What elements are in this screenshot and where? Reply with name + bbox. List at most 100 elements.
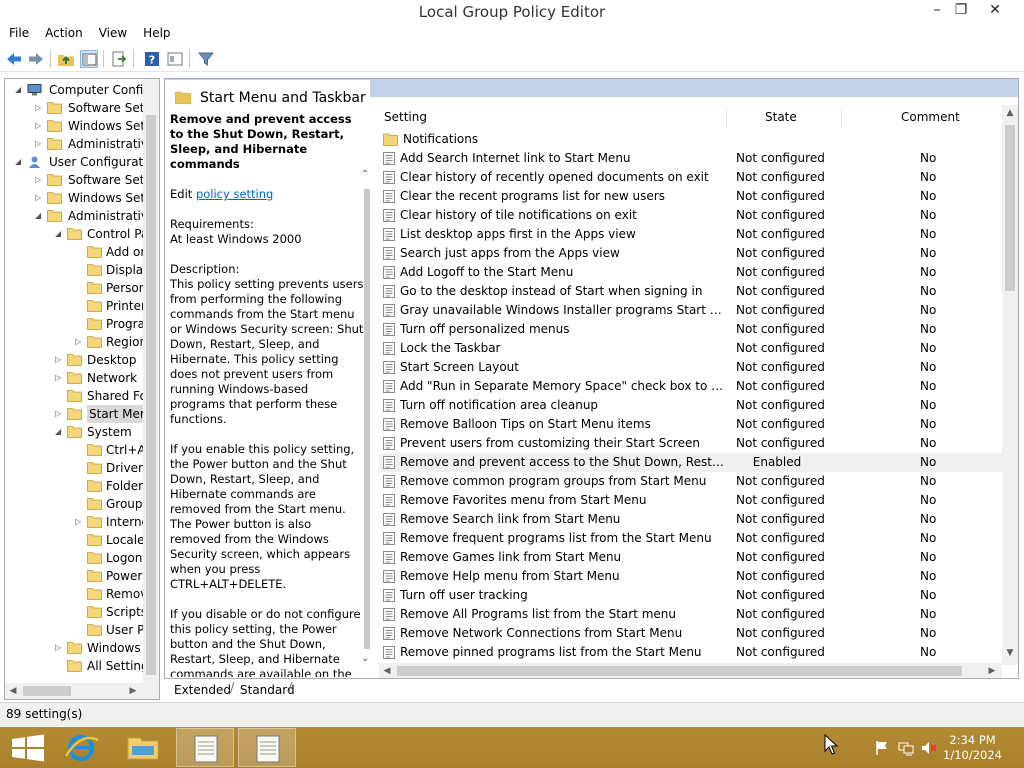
tree-node[interactable]: Folder bbox=[5, 477, 145, 495]
start-button[interactable] bbox=[0, 728, 58, 767]
menu-action[interactable]: Action bbox=[36, 24, 90, 40]
properties-icon[interactable] bbox=[166, 50, 184, 68]
policy-setting-link[interactable]: policy setting bbox=[196, 187, 273, 201]
forward-arrow-icon[interactable] bbox=[27, 50, 45, 68]
tree-node[interactable]: ▷ Software Setti bbox=[5, 99, 145, 117]
tree-node[interactable]: ▷ Windows bbox=[5, 639, 145, 657]
setting-row[interactable]: Remove Search link from Start Menu Not co… bbox=[379, 510, 1002, 529]
list-hscroll-thumb[interactable] bbox=[397, 666, 962, 676]
filter-icon[interactable] bbox=[197, 50, 215, 68]
tree-node[interactable]: Logon bbox=[5, 549, 145, 567]
tree-node[interactable]: ◢ System bbox=[5, 423, 145, 441]
tree-node[interactable]: Remov bbox=[5, 585, 145, 603]
menu-file[interactable]: File bbox=[0, 24, 36, 40]
setting-row[interactable]: Gray unavailable Windows Installer progr… bbox=[379, 301, 1002, 320]
expanded-arrow-icon[interactable]: ◢ bbox=[35, 207, 45, 225]
setting-row[interactable]: Remove Help menu from Start Menu Not conf… bbox=[379, 567, 1002, 586]
scroll-right-arrow[interactable]: ▶ bbox=[125, 683, 141, 699]
setting-row[interactable]: Remove Balloon Tips on Start Menu items N… bbox=[379, 415, 1002, 434]
description-scroll-thumb[interactable] bbox=[364, 189, 370, 649]
tree-node[interactable]: ▷ Network bbox=[5, 369, 145, 387]
up-folder-icon[interactable] bbox=[57, 50, 75, 68]
setting-row[interactable]: List desktop apps first in the Apps view… bbox=[379, 225, 1002, 244]
setting-row[interactable]: Turn off user tracking Not configured No bbox=[379, 586, 1002, 605]
scroll-down-arrow[interactable]: ▼ bbox=[1002, 645, 1018, 661]
collapsed-arrow-icon[interactable]: ▷ bbox=[35, 117, 45, 135]
file-explorer-taskbar[interactable] bbox=[114, 728, 172, 767]
policy-editor-taskbar[interactable] bbox=[176, 728, 234, 767]
setting-row[interactable]: Remove and prevent access to the Shut Do… bbox=[379, 453, 1002, 472]
collapsed-arrow-icon[interactable]: ▷ bbox=[55, 405, 65, 423]
expanded-arrow-icon[interactable]: ◢ bbox=[55, 225, 65, 243]
setting-row[interactable]: Turn off personalized menus Not configure… bbox=[379, 320, 1002, 339]
setting-row[interactable]: Start Screen Layout Not configured No bbox=[379, 358, 1002, 377]
setting-row[interactable]: Remove Favorites menu from Start Menu Not… bbox=[379, 491, 1002, 510]
menu-help[interactable]: Help bbox=[134, 24, 177, 40]
tree-node[interactable]: ◢ User Configuratio bbox=[5, 153, 145, 171]
collapsed-arrow-icon[interactable]: ▷ bbox=[75, 513, 85, 531]
tree-node[interactable]: ▷ Administrative bbox=[5, 135, 145, 153]
tab-standard[interactable]: Standard bbox=[240, 683, 295, 697]
tree-node[interactable]: ▷ Software Setti bbox=[5, 171, 145, 189]
tree-horizontal-scrollbar[interactable]: ◀ ▶ bbox=[5, 683, 159, 699]
setting-row[interactable]: Remove Games link from Start Menu Not con… bbox=[379, 548, 1002, 567]
tree-node[interactable]: Ctrl+A bbox=[5, 441, 145, 459]
tree-node[interactable]: Display bbox=[5, 261, 145, 279]
expanded-arrow-icon[interactable]: ◢ bbox=[55, 423, 65, 441]
tree-node[interactable]: Power bbox=[5, 567, 145, 585]
tree-node[interactable]: Person bbox=[5, 279, 145, 297]
internet-explorer-taskbar[interactable] bbox=[52, 728, 110, 767]
setting-row[interactable]: Remove Network Connections from Start Me… bbox=[379, 624, 1002, 643]
action-center-flag-icon[interactable] bbox=[874, 740, 890, 756]
tree-node[interactable]: ▷ Windows Setti bbox=[5, 189, 145, 207]
collapsed-arrow-icon[interactable]: ▷ bbox=[35, 171, 45, 189]
setting-row[interactable]: Add "Run in Separate Memory Space" check… bbox=[379, 377, 1002, 396]
tree-node[interactable]: Scripts bbox=[5, 603, 145, 621]
tree-node[interactable]: Driver bbox=[5, 459, 145, 477]
list-scroll-thumb[interactable] bbox=[1005, 125, 1015, 291]
column-setting[interactable]: Setting bbox=[384, 105, 427, 129]
tab-extended[interactable]: Extended bbox=[174, 683, 231, 697]
export-list-icon[interactable] bbox=[110, 50, 128, 68]
setting-row[interactable]: Prevent users from customizing their Sta… bbox=[379, 434, 1002, 453]
tree-node[interactable]: Group bbox=[5, 495, 145, 513]
tree-node[interactable]: User Pr bbox=[5, 621, 145, 639]
tree-scroll-thumb[interactable] bbox=[146, 115, 156, 675]
list-vertical-scrollbar[interactable]: ▲ ▼ bbox=[1002, 105, 1018, 665]
collapsed-arrow-icon[interactable]: ▷ bbox=[75, 333, 85, 351]
tree-node[interactable]: Locale bbox=[5, 531, 145, 549]
tree-vertical-scrollbar[interactable] bbox=[143, 79, 159, 683]
collapsed-arrow-icon[interactable]: ▷ bbox=[55, 369, 65, 387]
tree-node[interactable]: Progra bbox=[5, 315, 145, 333]
setting-row[interactable]: Remove common program groups from Start … bbox=[379, 472, 1002, 491]
collapsed-arrow-icon[interactable]: ▷ bbox=[55, 351, 65, 369]
setting-row[interactable]: Clear the recent programs list for new u… bbox=[379, 187, 1002, 206]
folder-row[interactable]: Notifications bbox=[379, 130, 1002, 149]
policy-editor-taskbar-2[interactable] bbox=[238, 728, 296, 767]
setting-row[interactable]: Clear history of tile notifications on e… bbox=[379, 206, 1002, 225]
list-horizontal-scrollbar[interactable]: ◀ ▶ bbox=[379, 663, 1002, 678]
tree-node[interactable]: Add or bbox=[5, 243, 145, 261]
tree-node[interactable]: Printer bbox=[5, 297, 145, 315]
setting-row[interactable]: Clear history of recently opened documen… bbox=[379, 168, 1002, 187]
scroll-right-arrow[interactable]: ▶ bbox=[984, 663, 1000, 678]
back-arrow-icon[interactable] bbox=[5, 50, 23, 68]
setting-row[interactable]: Search just apps from the Apps view Not c… bbox=[379, 244, 1002, 263]
menu-view[interactable]: View bbox=[90, 24, 134, 40]
tree-node[interactable]: ◢ Computer Configu bbox=[5, 81, 145, 99]
tree-hscroll-thumb[interactable] bbox=[23, 686, 71, 696]
tree-node[interactable]: ◢ Control Pa bbox=[5, 225, 145, 243]
close-button[interactable]: ✕ bbox=[980, 0, 1010, 22]
description-scrollbar[interactable]: ⌃ ⌄ bbox=[361, 169, 373, 669]
restore-button[interactable]: ❐ bbox=[946, 0, 976, 22]
setting-row[interactable]: Add Logoff to the Start Menu Not configur… bbox=[379, 263, 1002, 282]
expanded-arrow-icon[interactable]: ◢ bbox=[15, 153, 25, 171]
column-state[interactable]: State bbox=[765, 105, 797, 129]
tree-node[interactable]: ◢ Administrative bbox=[5, 207, 145, 225]
network-icon[interactable] bbox=[898, 740, 914, 756]
collapsed-arrow-icon[interactable]: ▷ bbox=[55, 639, 65, 657]
tree-node[interactable]: Shared Fol bbox=[5, 387, 145, 405]
scroll-up-arrow[interactable]: ⌃ bbox=[361, 169, 369, 180]
tree-node[interactable]: ▷ Windows Setti bbox=[5, 117, 145, 135]
column-comment[interactable]: Comment bbox=[901, 105, 960, 129]
